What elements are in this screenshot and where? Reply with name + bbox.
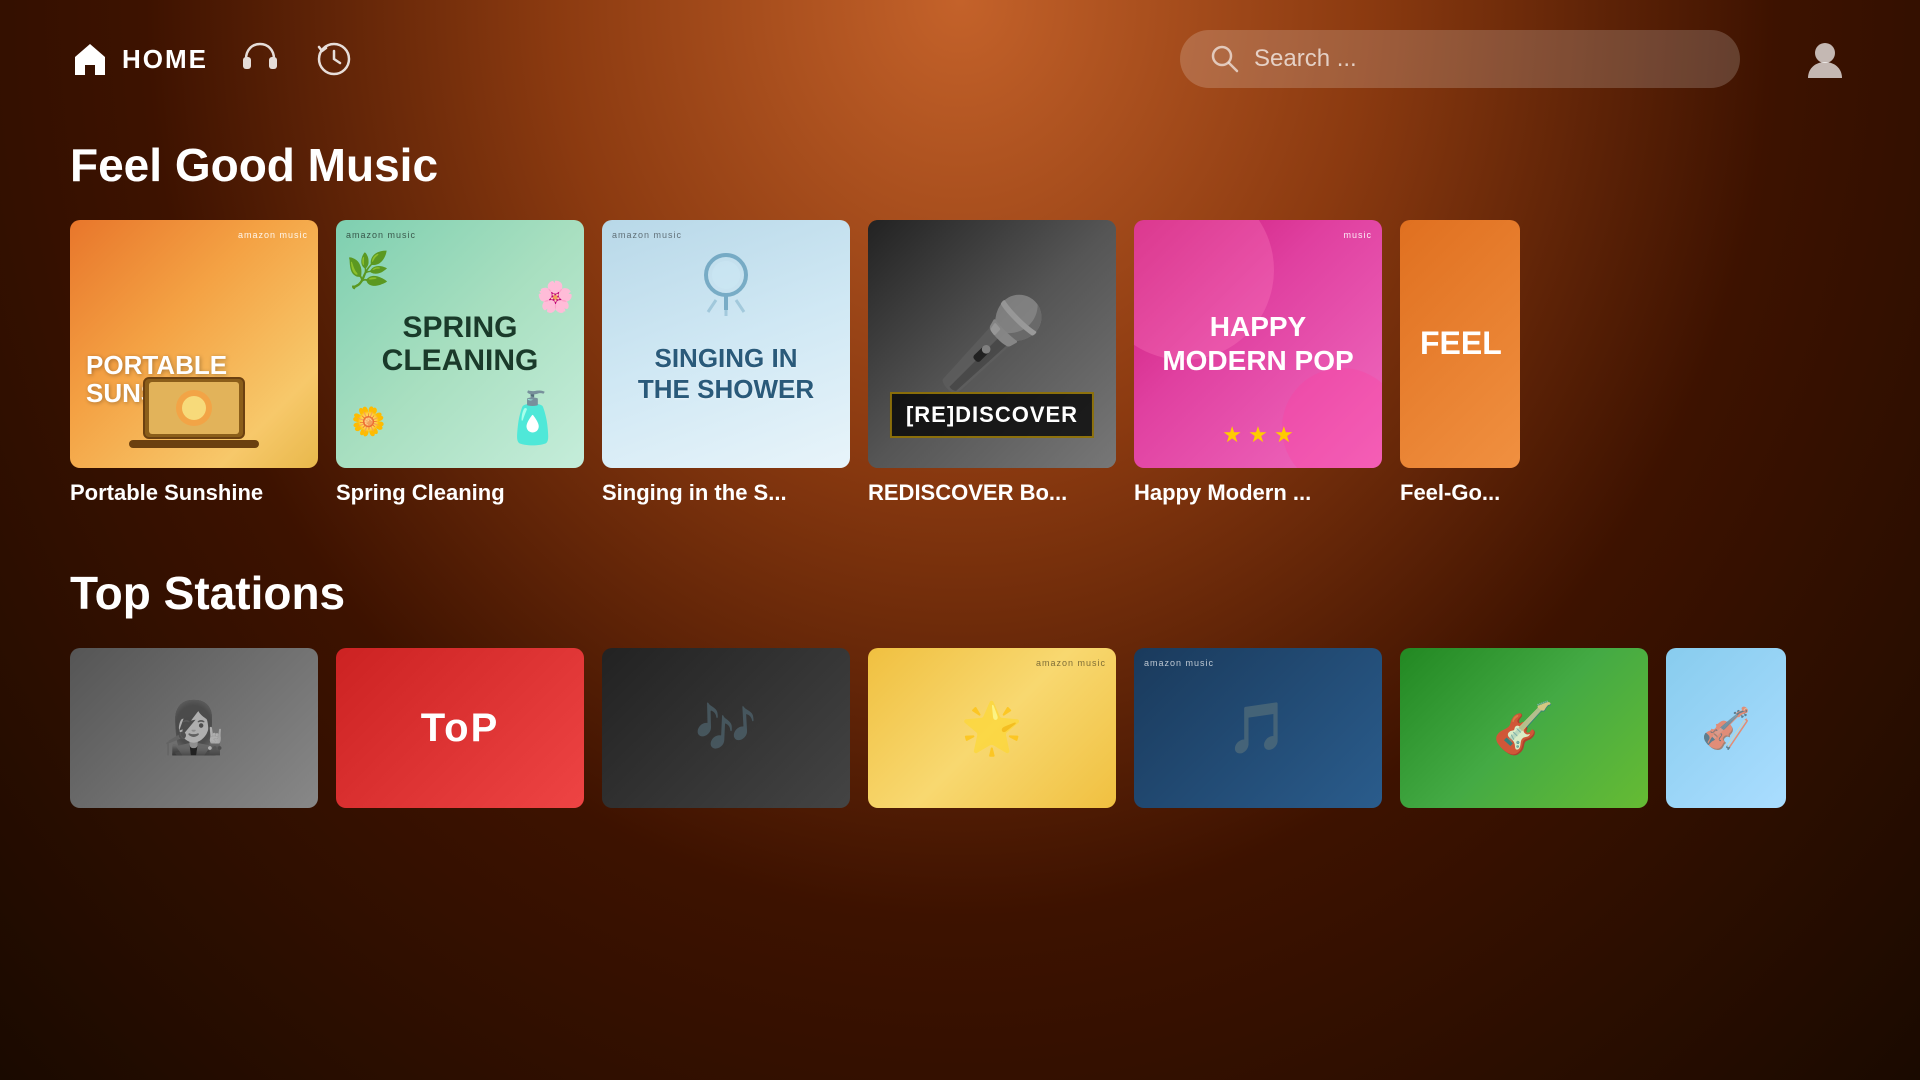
card3-badge: amazon music — [612, 230, 682, 240]
station-card-5[interactable]: amazon music 🎵 — [1134, 648, 1382, 808]
station6-icon: 🎸 — [1493, 699, 1555, 758]
station4-badge: amazon music — [1036, 658, 1106, 668]
search-bar[interactable]: Search ... — [1180, 30, 1740, 88]
feel-good-cards-row: amazon music PORTABLESUNSHINE — [70, 220, 1850, 506]
laptop-illustration — [124, 368, 264, 458]
card3-text: SINGING INTHE SHOWER — [638, 343, 814, 405]
feel-good-title: Feel Good Music — [70, 138, 1850, 192]
station7-icon: 🎻 — [1701, 705, 1751, 752]
top-stations-title: Top Stations — [70, 566, 1850, 620]
card4-text: [RE]DISCOVER — [890, 392, 1094, 438]
station5-icon: 🎵 — [1227, 699, 1289, 758]
card-happy-modern-pop[interactable]: music HAPPYMODERN POP ★ ★ ★ Happy Modern… — [1134, 220, 1382, 506]
card2-badge: amazon music — [346, 230, 416, 240]
station-card-3[interactable]: 🎶 — [602, 648, 850, 808]
header: HOME Search ... — [0, 0, 1920, 118]
flower1: 🌸 — [537, 280, 574, 315]
search-icon — [1210, 44, 1240, 74]
card6-text: FEEL — [1420, 326, 1502, 361]
nav-left: HOME — [70, 37, 1150, 81]
card-feel-good-partial[interactable]: FEEL Feel-Go... — [1400, 220, 1520, 506]
spray-bottle: 🧴 — [502, 389, 564, 448]
home-icon — [70, 39, 110, 79]
card-rediscover[interactable]: amazon music 🎤 [RE]DISCOVER REDISCOVER B… — [868, 220, 1116, 506]
station5-badge: amazon music — [1144, 658, 1214, 668]
top-stations-section: Top Stations 👩‍🎤 ToP — [70, 566, 1850, 808]
station4-icon: 🌟 — [961, 699, 1023, 758]
profile-icon[interactable] — [1800, 34, 1850, 84]
card3-label: Singing in the S... — [602, 480, 850, 506]
home-nav[interactable]: HOME — [70, 39, 208, 79]
card5-text: HAPPYMODERN POP — [1162, 310, 1353, 377]
station2-text: ToP — [421, 706, 500, 751]
feel-good-section: Feel Good Music amazon music PORTABLESUN… — [70, 138, 1850, 506]
shower-head-illustration — [686, 240, 766, 320]
search-placeholder: Search ... — [1254, 45, 1357, 73]
card1-badge: amazon music — [238, 230, 308, 240]
history-icon[interactable] — [312, 37, 356, 81]
flower2: 🌼 — [351, 405, 386, 438]
station-card-top[interactable]: ToP — [336, 648, 584, 808]
main-content: Feel Good Music amazon music PORTABLESUN… — [0, 118, 1920, 808]
card4-label: REDISCOVER Bo... — [868, 480, 1116, 506]
station-cards-row: 👩‍🎤 ToP 🎶 — [70, 648, 1850, 808]
card-portable-sunshine[interactable]: amazon music PORTABLESUNSHINE — [70, 220, 318, 506]
card6-label: Feel-Go... — [1400, 480, 1520, 506]
card1-label: Portable Sunshine — [70, 480, 318, 506]
circle-deco2 — [1282, 368, 1382, 468]
card5-label: Happy Modern ... — [1134, 480, 1382, 506]
station3-icon: 🎶 — [695, 699, 757, 758]
card-singing-shower[interactable]: amazon music SINGING INTHE SHOWER — [602, 220, 850, 506]
station-card-6[interactable]: 🎸 — [1400, 648, 1648, 808]
station-card-1[interactable]: 👩‍🎤 — [70, 648, 318, 808]
station1-icon: 👩‍🎤 — [163, 699, 225, 758]
headphones-icon[interactable] — [238, 37, 282, 81]
card2-label: Spring Cleaning — [336, 480, 584, 506]
card5-badge: music — [1343, 230, 1372, 240]
station-card-4[interactable]: amazon music 🌟 — [868, 648, 1116, 808]
home-label: HOME — [122, 44, 208, 75]
station-card-7[interactable]: 🎻 — [1666, 648, 1786, 808]
card5-stars: ★ ★ ★ — [1222, 422, 1293, 448]
card2-text: SPRINGCLEANING — [382, 311, 539, 377]
leaf1: 🌿 — [346, 250, 390, 291]
person-icon: 🎤 — [936, 292, 1048, 397]
card-spring-cleaning[interactable]: amazon music 🌿 🌸 🌼 🧴 SPRINGCLEANING Spri… — [336, 220, 584, 506]
